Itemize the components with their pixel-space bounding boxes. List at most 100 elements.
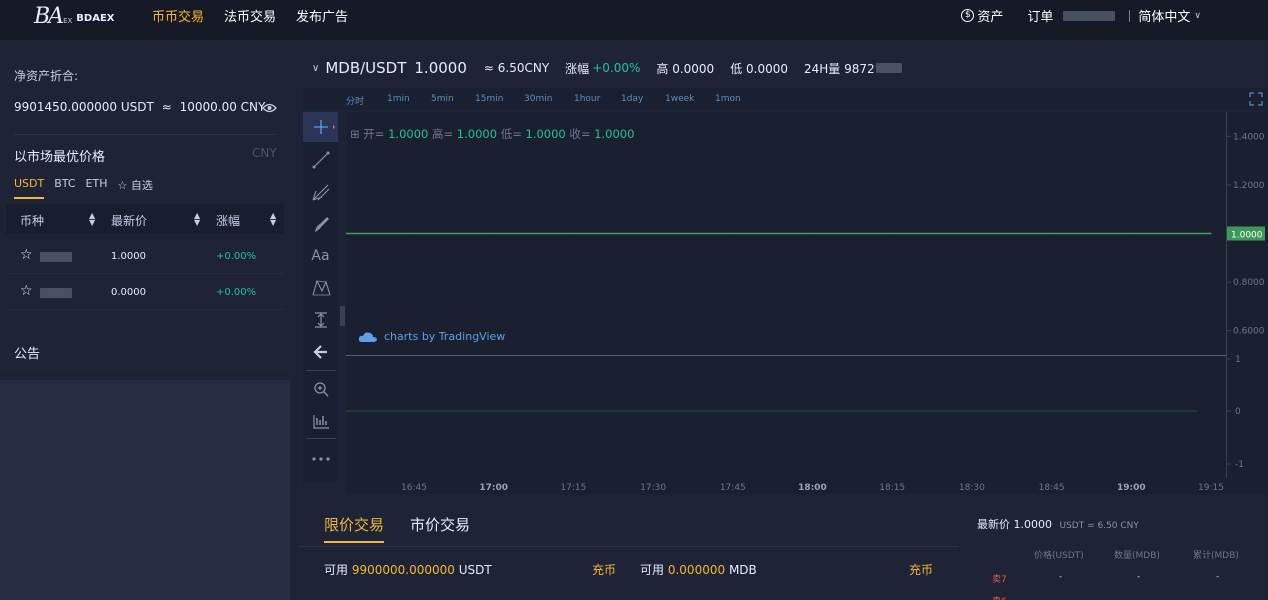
order-row[interactable]: 卖7 - - - <box>967 572 1268 586</box>
star-icon[interactable]: ☆ <box>20 247 33 263</box>
price-point <box>891 232 893 235</box>
logo[interactable]: BA EX BDAEX <box>34 2 114 30</box>
announcement-title[interactable]: 公告 <box>14 343 40 362</box>
ticker-price: 1.0000 <box>414 59 467 77</box>
latest-price-row: 最新价 1.0000 USDT = 6.50 CNY <box>977 516 1139 532</box>
more-tools[interactable] <box>303 444 338 474</box>
tab-limit-order[interactable]: 限价交易 <box>324 514 385 543</box>
ticker-symbol[interactable]: MDB/USDT <box>325 59 406 77</box>
measure-tool[interactable] <box>303 305 338 335</box>
time-axis[interactable]: 16:45 17:00 17:15 17:30 17:45 18:00 18:15 18:30… <box>346 478 1268 494</box>
chevron-down-icon[interactable]: ∨ <box>312 63 319 74</box>
cloud-icon <box>358 331 377 342</box>
zoom-in-icon <box>313 382 328 397</box>
column-latest-price[interactable]: 最新价 <box>111 212 147 229</box>
pane-separator[interactable] <box>346 355 1268 356</box>
volume-tick-label: 1 <box>1235 355 1241 365</box>
brush-tool[interactable] <box>303 209 338 239</box>
trendline-tool[interactable] <box>303 145 338 175</box>
ticker-change-label: 涨幅 <box>565 61 590 76</box>
tab-market-order[interactable]: 市价交易 <box>410 514 470 535</box>
sort-icon[interactable]: ▲ ▼ <box>194 212 200 227</box>
tab-favorites[interactable]: ☆ 自选 <box>118 177 153 199</box>
logo-text: BDAEX <box>76 12 115 24</box>
nav-spot-trade[interactable]: 币币交易 <box>152 6 204 25</box>
table-row[interactable]: ☆ 0.0000 +0.00% <box>6 276 284 310</box>
fullscreen-icon[interactable] <box>1249 92 1263 106</box>
table-row[interactable]: ☆ 1.0000 +0.00% <box>6 240 284 274</box>
column-coin[interactable]: 币种 <box>20 212 44 229</box>
interval-1mon[interactable]: 1mon <box>715 94 741 104</box>
net-assets-usdt: 9901450.000000 USDT <box>14 100 154 114</box>
pattern-tool[interactable] <box>303 273 338 303</box>
left-panel: 净资产折合: 9901450.000000 USDT ≈ 10000.00 CN… <box>0 48 290 322</box>
drawing-toolbar: Aa <box>303 112 338 482</box>
interval-1min[interactable]: 1min <box>387 94 410 104</box>
column-change[interactable]: 涨幅 <box>216 212 240 229</box>
orderbook-panel: 最新价 1.0000 USDT = 6.50 CNY 价格(USDT) 数量(M… <box>967 502 1268 600</box>
market-currency[interactable]: CNY <box>252 146 277 160</box>
interval-timeline[interactable]: 分时 <box>346 94 364 107</box>
order-row[interactable]: 卖6 <box>967 594 1268 600</box>
ticker-volume: 24H量 9872 <box>804 61 875 76</box>
tab-eth[interactable]: ETH <box>86 177 108 199</box>
deposit-link[interactable]: 充币 <box>592 561 616 578</box>
interval-1week[interactable]: 1week <box>665 94 694 104</box>
deposit-link[interactable]: 充币 <box>909 561 933 578</box>
x-tick-label: 19:00 <box>1117 483 1146 493</box>
coin-name-redacted <box>40 252 72 262</box>
brush-icon <box>314 217 329 232</box>
star-icon: ☆ <box>117 179 128 192</box>
trendline-icon <box>312 151 329 169</box>
price-axis-labels: 1.4000 1.2000 0.8000 0.6000 1.0000 1 0 -1 <box>1227 132 1265 470</box>
fib-tool[interactable] <box>303 177 338 207</box>
tab-usdt[interactable]: USDT <box>14 177 45 199</box>
price-point <box>652 232 654 235</box>
back-tool[interactable] <box>303 337 338 367</box>
last-price-label: 1.0000 <box>1231 231 1263 241</box>
interval-5min[interactable]: 5min <box>431 94 454 104</box>
sort-icon[interactable]: ▲ ▼ <box>89 212 95 227</box>
ticker-low: 低 0.0000 <box>730 61 788 76</box>
row-change: +0.00% <box>216 287 257 298</box>
x-tick-label: 17:00 <box>479 483 508 493</box>
interval-30min[interactable]: 30min <box>524 94 552 104</box>
interval-1day[interactable]: 1day <box>621 94 643 104</box>
price-chart[interactable] <box>346 112 1226 478</box>
chart-area[interactable]: ⊞ 开= 1.0000 高= 1.0000 低= 1.0000 收= 1.000… <box>346 112 1268 478</box>
row-price: 0.0000 <box>111 287 146 298</box>
column-total: 累计(MDB) <box>1193 551 1239 561</box>
ticker-cny: ≈ 6.50CNY <box>483 61 550 75</box>
logo-sub: EX <box>63 17 73 25</box>
username-redacted[interactable] <box>1063 10 1116 21</box>
user-nav: $ 资产 订单 简体中文 ∨ <box>961 6 1268 25</box>
toolbar-divider <box>306 370 336 371</box>
zoom-tool[interactable] <box>303 374 338 404</box>
price-axis[interactable]: 1.4000 1.2000 0.8000 0.6000 1.0000 1 0 -1 <box>1226 112 1268 478</box>
star-icon[interactable]: ☆ <box>20 283 33 299</box>
toolbar-collapse-handle[interactable] <box>340 306 345 326</box>
interval-1hour[interactable]: 1hour <box>574 94 600 104</box>
nav-assets[interactable]: 资产 <box>977 6 1003 25</box>
x-tick-label: 18:15 <box>879 483 905 493</box>
eye-icon[interactable] <box>262 102 277 114</box>
row-change: +0.00% <box>216 251 257 262</box>
watermark-text: charts by TradingView <box>384 330 506 343</box>
crosshair-tool[interactable] <box>303 112 338 142</box>
tradingview-watermark[interactable]: charts by TradingView <box>358 330 505 343</box>
ticker-change-value: +0.00% <box>592 61 641 75</box>
latest-price-cny: USDT = 6.50 CNY <box>1059 521 1139 531</box>
nav-otc-trade[interactable]: 法币交易 <box>224 6 276 25</box>
sort-icon[interactable]: ▲ ▼ <box>270 212 276 227</box>
nav-post-ad[interactable]: 发布广告 <box>296 6 348 25</box>
interval-15min[interactable]: 15min <box>475 94 503 104</box>
nav-orders[interactable]: 订单 <box>1027 6 1053 25</box>
arrow-left-icon <box>312 345 327 359</box>
buy-available: 可用 9900000.000000 USDT <box>324 561 492 578</box>
text-tool[interactable]: Aa <box>303 241 338 271</box>
logo-mark: BA <box>34 3 64 29</box>
trade-panel: 限价交易 市价交易 可用 9900000.000000 USDT 充币 可用 0… <box>298 502 959 600</box>
language-select[interactable]: 简体中文 <box>1138 6 1190 25</box>
indicator-tool[interactable] <box>303 406 338 436</box>
tab-btc[interactable]: BTC <box>54 177 75 199</box>
